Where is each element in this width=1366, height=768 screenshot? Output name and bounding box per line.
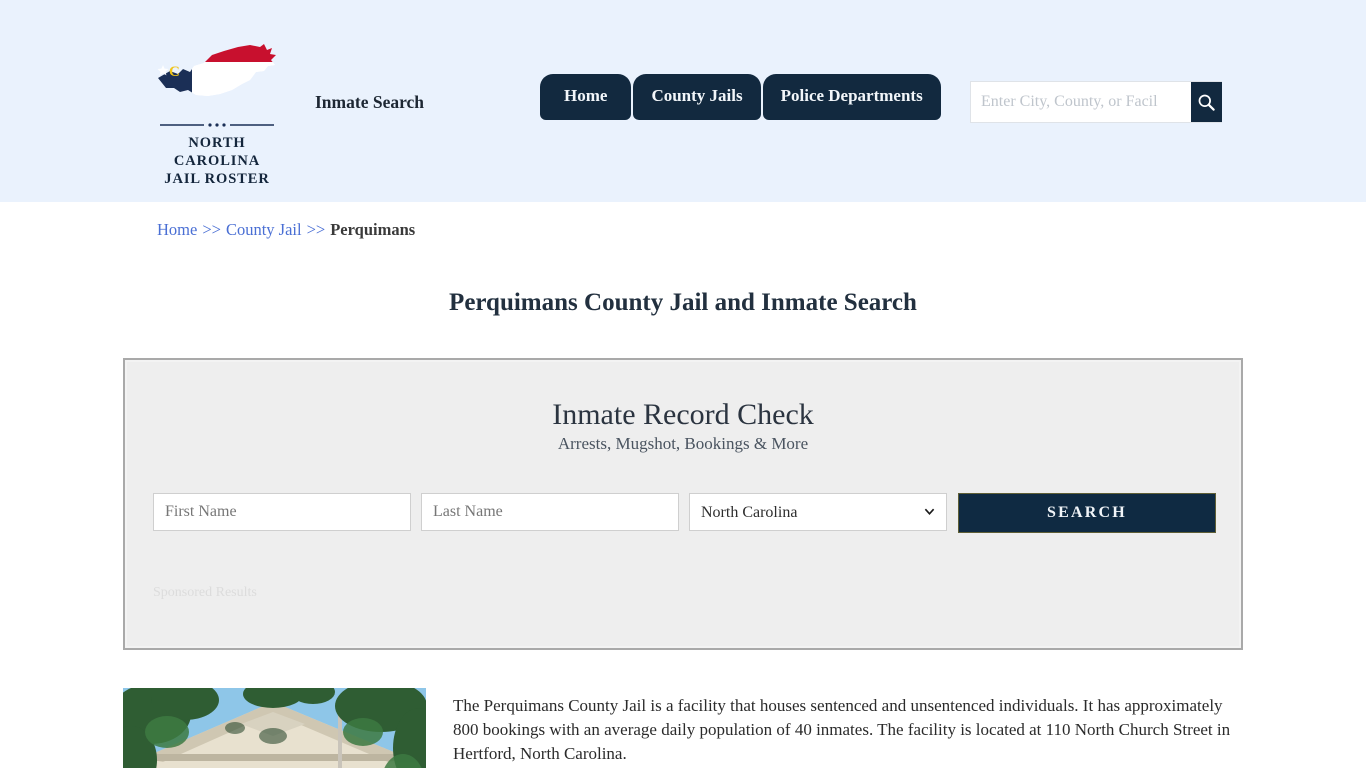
logo-line-2: JAIL ROSTER	[164, 171, 270, 187]
logo-line-1: NORTH CAROLINA	[173, 135, 261, 169]
search-icon	[1198, 94, 1215, 111]
logo-divider-icon	[160, 123, 274, 127]
inmate-record-check-panel: Inmate Record Check Arrests, Mugshot, Bo…	[123, 358, 1243, 650]
nav-item-home[interactable]: Home	[540, 74, 632, 120]
breadcrumb-home[interactable]: Home	[157, 220, 197, 239]
header-search-button[interactable]	[1191, 82, 1222, 122]
last-name-input[interactable]	[421, 493, 679, 531]
header-search	[970, 81, 1222, 123]
breadcrumb-county-jail[interactable]: County Jail	[226, 220, 302, 239]
header-search-input[interactable]	[971, 82, 1191, 122]
first-name-input[interactable]	[153, 493, 411, 531]
breadcrumb-separator-1: >>	[202, 220, 221, 239]
site-header: C NORTH CAROLINA JAIL ROSTER Inmate Sear…	[0, 0, 1366, 202]
logo-c-letter: C	[169, 64, 180, 80]
record-check-title: Inmate Record Check	[552, 398, 814, 431]
nav-item-county-jails[interactable]: County Jails	[633, 74, 761, 120]
record-check-search-button[interactable]: SEARCH	[958, 493, 1216, 533]
site-logo[interactable]: C NORTH CAROLINA JAIL ROSTER	[148, 38, 286, 188]
main-navigation: Home County Jails Police Departments	[540, 74, 943, 122]
site-tagline: Inmate Search	[315, 92, 425, 112]
page-title: Perquimans County Jail and Inmate Search	[449, 288, 917, 316]
state-select-wrapper: North Carolina	[689, 493, 947, 531]
header-inner: C NORTH CAROLINA JAIL ROSTER Inmate Sear…	[0, 0, 1366, 202]
state-select[interactable]: North Carolina	[689, 493, 947, 531]
sponsored-results-label: Sponsored Results	[153, 585, 257, 600]
nav-item-police-departments[interactable]: Police Departments	[762, 74, 941, 120]
record-check-subtitle: Arrests, Mugshot, Bookings & More	[557, 434, 809, 453]
facility-article: The Perquimans County Jail is a facility…	[123, 688, 1243, 768]
breadcrumb-current: Perquimans	[330, 220, 416, 239]
facility-description: The Perquimans County Jail is a facility…	[453, 696, 1231, 763]
breadcrumb-separator-2: >>	[306, 220, 326, 239]
breadcrumb: Home >> County Jail >> Perquimans	[157, 220, 415, 240]
courthouse-photo-image	[123, 688, 426, 768]
record-check-form: North Carolina SEARCH	[153, 493, 1216, 533]
north-carolina-state-flag-map-icon: C	[157, 44, 276, 96]
facility-photo	[123, 688, 426, 768]
